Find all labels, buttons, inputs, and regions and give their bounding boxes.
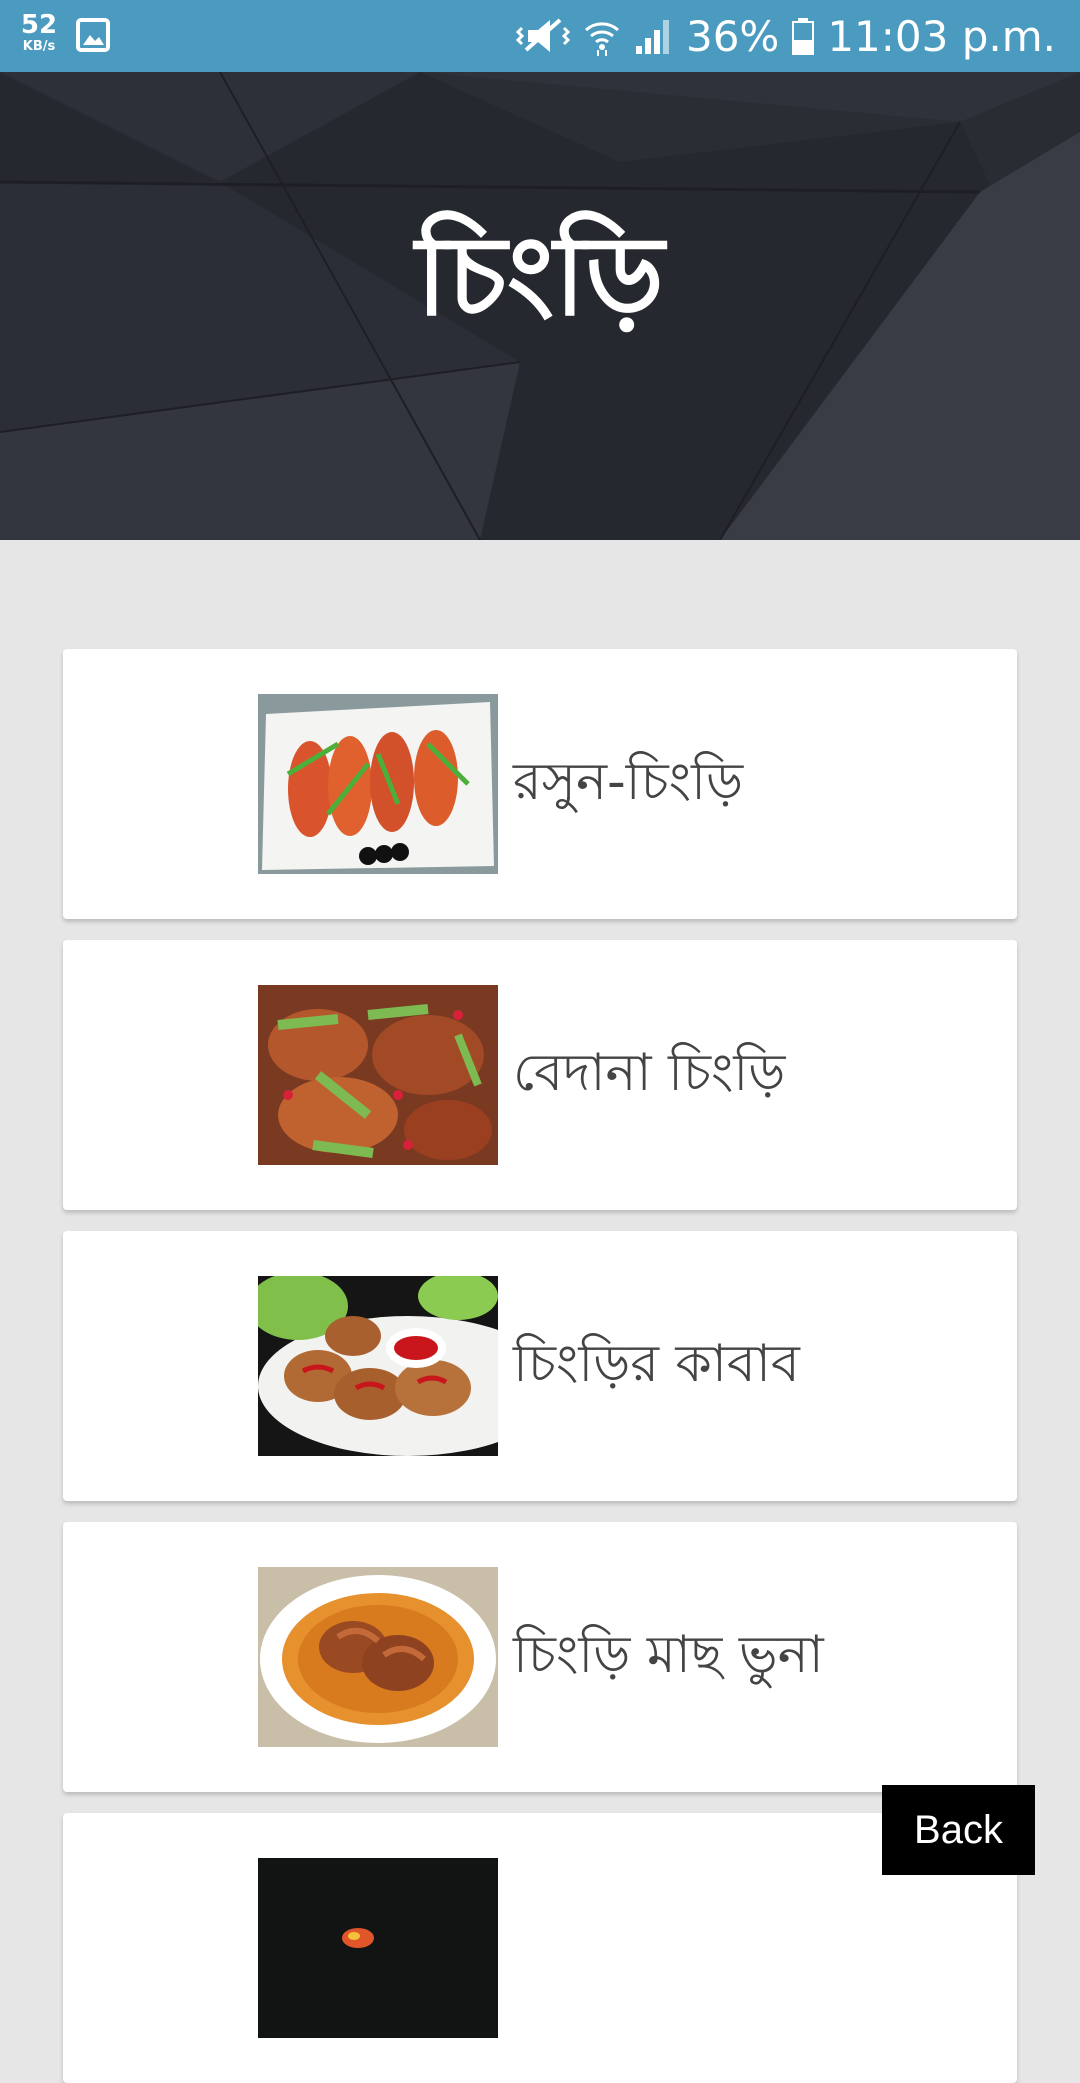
back-button[interactable]: Back [882,1785,1035,1875]
battery-percent: 36% [685,11,780,61]
prawn-kebab-photo [258,1276,498,1456]
recipe-card[interactable]: বেদানা চিংড়ি [63,940,1017,1210]
network-speed-unit: KB/s [22,39,56,54]
page-header: চিংড়ি [0,72,1080,540]
recipe-title: বেদানা চিংড়ি [513,1042,786,1103]
prawn-bhuna-photo [258,1567,498,1747]
image-icon [76,18,110,56]
recipe-title: চিংড়ির কাবাব [513,1333,800,1394]
recipe-card[interactable]: রসুন-চিংড়ি [63,649,1017,919]
signal-icon [634,16,674,56]
clock: 11:03 p.m. [827,11,1056,61]
page-title: চিংড়ি [415,212,665,340]
battery-icon [791,16,815,56]
network-speed: 52 KB/s [18,12,60,53]
recipe-card[interactable]: চিংড়ির কাবাব [63,1231,1017,1501]
wifi-icon [582,16,622,56]
recipe-title: রসুন-চিংড়ি [513,751,744,812]
recipe-card[interactable]: চিংড়ি মাছ ভুনা [63,1522,1017,1792]
recipe-title: চিংড়ি মাছ ভুনা [513,1624,824,1685]
pomegranate-prawn-photo [258,985,498,1165]
garlic-prawn-photo [258,694,498,874]
vibrate-mute-icon [515,16,570,56]
recipe-card[interactable] [63,1813,1017,2083]
status-bar: 52 KB/s 36% 11:03 p.m. [0,0,1080,72]
partial-recipe-photo [258,1858,498,2038]
network-speed-value: 52 [20,10,58,40]
